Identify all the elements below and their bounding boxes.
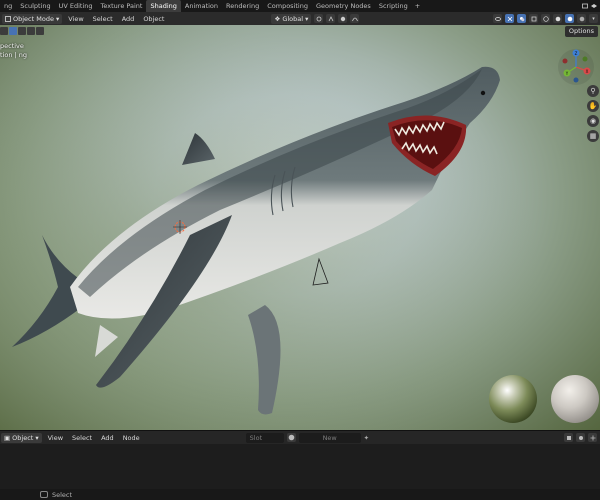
gizmo-toggle-icon[interactable] xyxy=(505,14,514,23)
shading-options-icon[interactable]: ▾ xyxy=(589,14,598,23)
camera-icon[interactable]: ◉ xyxy=(587,115,599,127)
node-menu-select[interactable]: Select xyxy=(69,433,95,443)
navigation-gizmo[interactable]: X Y Z xyxy=(556,47,596,87)
material-sphere-icon[interactable] xyxy=(286,433,296,442)
transform-orientation-dropdown[interactable]: ❖ Global ▾ xyxy=(271,13,312,24)
mode-selector[interactable]: Object Mode ▾ xyxy=(2,13,63,24)
mode-label: Object Mode xyxy=(13,14,54,23)
top-right-tools xyxy=(582,0,600,12)
object-type-dropdown[interactable]: ▣ Object ▾ xyxy=(1,432,42,443)
shark-model xyxy=(0,25,600,430)
new-material-button[interactable]: New xyxy=(298,432,361,443)
chevron-down-icon: ▾ xyxy=(305,14,309,23)
select-mode-extend-icon[interactable] xyxy=(18,27,26,35)
collection-label: tion | ng xyxy=(0,51,28,59)
axis-z-label: Z xyxy=(575,51,578,56)
object-icon: ▣ xyxy=(4,433,11,442)
viewport-header-right: ▾ xyxy=(493,13,598,24)
tab-texture-paint[interactable]: Texture Paint xyxy=(97,0,147,12)
snap-icon[interactable] xyxy=(326,14,336,23)
tab-shading[interactable]: Shading xyxy=(146,0,181,12)
snap-node-icon[interactable] xyxy=(564,433,573,442)
tab-scripting[interactable]: Scripting xyxy=(375,0,412,12)
add-workspace-button[interactable]: + xyxy=(412,0,423,12)
scene-icon[interactable] xyxy=(582,3,588,9)
shader-editor-header: ▣ Object ▾ View Select Add Node Slot New… xyxy=(0,430,600,444)
node-editor-canvas[interactable] xyxy=(0,444,600,489)
node-menu-add[interactable]: Add xyxy=(98,433,117,443)
3d-viewport[interactable]: pective tion | ng Options X Y Z ⚲ ✋ ◉ ▦ xyxy=(0,25,600,430)
pin-icon[interactable]: ✦ xyxy=(364,434,369,442)
tab-rendering[interactable]: Rendering xyxy=(222,0,263,12)
tab-animation[interactable]: Animation xyxy=(181,0,222,12)
menu-select[interactable]: Select xyxy=(90,14,116,24)
viewport-header: Object Mode ▾ View Select Add Object ❖ G… xyxy=(0,12,600,25)
tab-sculpting[interactable]: Sculpting xyxy=(16,0,54,12)
solid-shading-icon[interactable] xyxy=(553,14,562,23)
viewport-tool-row xyxy=(0,27,44,35)
chevron-down-icon: ▾ xyxy=(35,433,39,442)
mouse-icon xyxy=(40,491,48,498)
tab-uv-editing[interactable]: UV Editing xyxy=(55,0,97,12)
axis-y-label: Y xyxy=(565,71,569,76)
overlays-icon[interactable] xyxy=(517,14,526,23)
hdri-preview-sphere xyxy=(489,375,537,423)
tab-geometry-nodes[interactable]: Geometry Nodes xyxy=(312,0,375,12)
menu-add[interactable]: Add xyxy=(119,14,138,24)
select-mode-invert-icon[interactable] xyxy=(36,27,44,35)
grid-icon[interactable]: ▦ xyxy=(587,130,599,142)
backdrop-icon[interactable] xyxy=(588,433,597,442)
node-menu-view[interactable]: View xyxy=(45,433,66,443)
select-box-icon[interactable] xyxy=(0,27,8,35)
select-mode-subtract-icon[interactable] xyxy=(27,27,35,35)
node-header-right xyxy=(564,433,600,442)
overlay-node-icon[interactable] xyxy=(576,433,585,442)
pivot-point-icon[interactable] xyxy=(314,14,324,23)
zoom-icon[interactable]: ⚲ xyxy=(587,85,599,97)
tab-layout[interactable]: ng xyxy=(0,0,16,12)
falloff-curve-icon[interactable] xyxy=(350,14,360,23)
object-mode-icon xyxy=(5,15,11,22)
tab-compositing[interactable]: Compositing xyxy=(263,0,312,12)
node-menu-node[interactable]: Node xyxy=(120,433,143,443)
slot-dropdown[interactable]: Slot xyxy=(245,432,284,443)
orientation-label: Global xyxy=(282,14,304,23)
chevron-down-icon: ▾ xyxy=(55,14,60,23)
status-select-label: Select xyxy=(52,490,73,499)
view-layer-icon[interactable] xyxy=(591,3,597,9)
proportional-editing-icon[interactable] xyxy=(338,14,348,23)
menu-object[interactable]: Object xyxy=(140,14,167,24)
wireframe-shading-icon[interactable] xyxy=(541,14,550,23)
workspace-tab-bar: ng Sculpting UV Editing Texture Paint Sh… xyxy=(0,0,600,12)
object-type-label: Object xyxy=(12,433,34,442)
orientation-icon: ❖ xyxy=(274,14,281,23)
visibility-icon[interactable] xyxy=(493,14,502,23)
status-bar: Select xyxy=(0,489,600,500)
pan-icon[interactable]: ✋ xyxy=(587,100,599,112)
xray-icon[interactable] xyxy=(529,14,538,23)
viewport-info-text: pective tion | ng xyxy=(0,42,27,60)
menu-view[interactable]: View xyxy=(65,14,86,24)
diffuse-preview-sphere xyxy=(551,375,599,423)
options-button[interactable]: Options xyxy=(564,26,598,37)
view-perspective-label: pective xyxy=(0,42,24,50)
material-preview-shading-icon[interactable] xyxy=(565,14,574,23)
rendered-shading-icon[interactable] xyxy=(577,14,586,23)
select-mode-new-icon[interactable] xyxy=(9,27,17,35)
axis-x-label: X xyxy=(586,69,589,74)
